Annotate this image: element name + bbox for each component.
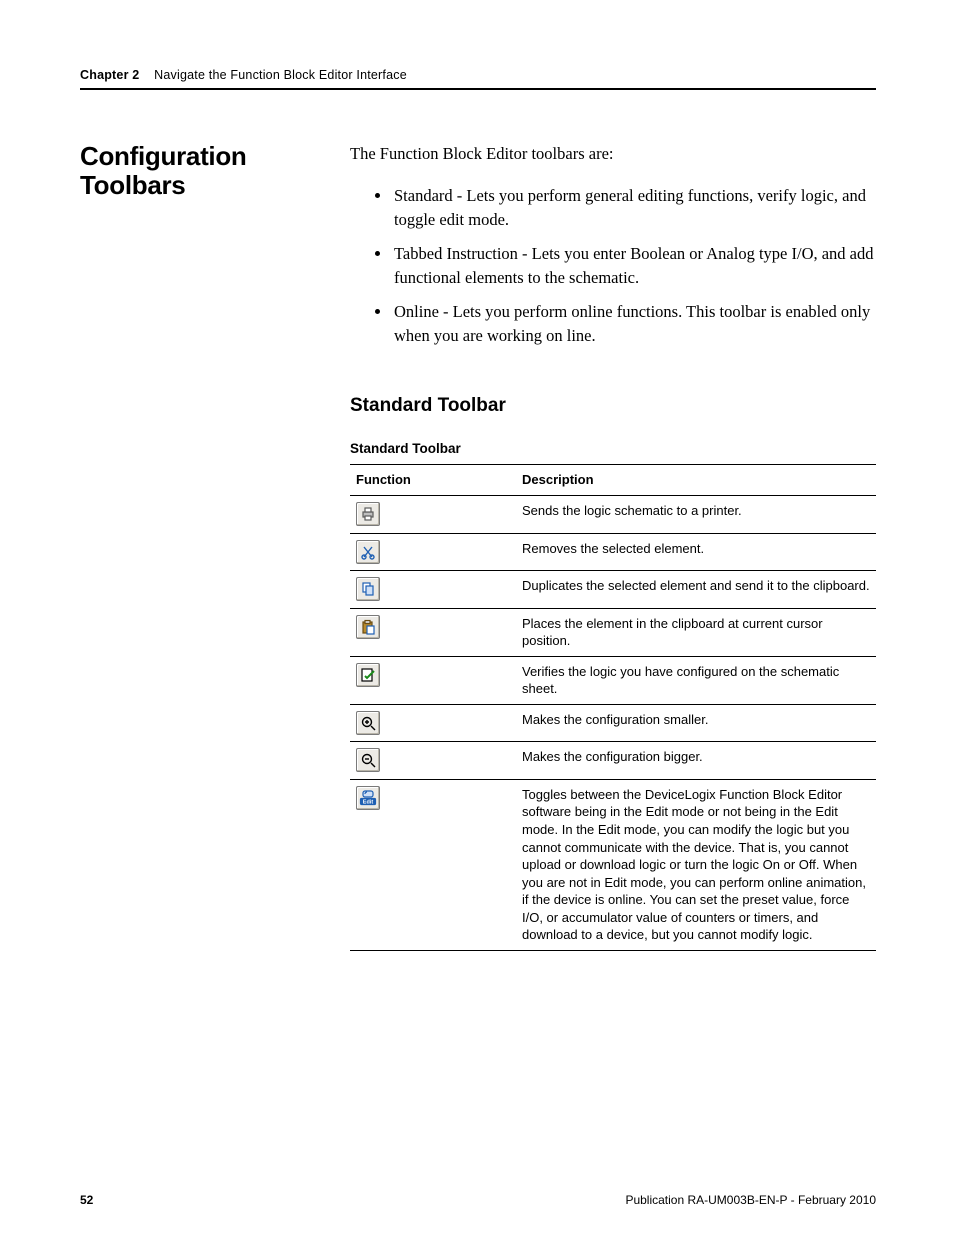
cell-desc: Toggles between the DeviceLogix Function…: [516, 779, 876, 950]
cell-desc: Sends the logic schematic to a printer.: [516, 496, 876, 534]
cell-desc: Removes the selected element.: [516, 533, 876, 571]
table-row: Makes the configuration bigger.: [350, 742, 876, 780]
verify-icon: [356, 663, 380, 687]
table-row: Edit Toggles between the DeviceLogix Fun…: [350, 779, 876, 950]
svg-text:Edit: Edit: [363, 799, 374, 805]
intro-text: The Function Block Editor toolbars are:: [350, 142, 876, 166]
publication-line: Publication RA-UM003B-EN-P - February 20…: [625, 1193, 876, 1207]
section-heading: Configuration Toolbars: [80, 142, 350, 199]
print-icon: [356, 502, 380, 526]
chapter-label: Chapter 2: [80, 68, 139, 82]
th-description: Description: [516, 465, 876, 496]
header-rule: [80, 88, 876, 90]
cell-desc: Makes the configuration bigger.: [516, 742, 876, 780]
cell-desc: Makes the configuration smaller.: [516, 704, 876, 742]
table-row: Removes the selected element.: [350, 533, 876, 571]
paste-icon: [356, 615, 380, 639]
table-row: Sends the logic schematic to a printer.: [350, 496, 876, 534]
page-number: 52: [80, 1193, 93, 1207]
chapter-title: Navigate the Function Block Editor Inter…: [154, 68, 407, 82]
edit-toggle-icon: Edit: [356, 786, 380, 810]
running-head: Chapter 2 Navigate the Function Block Ed…: [80, 68, 876, 88]
bullet-item: Online - Lets you perform online functio…: [392, 300, 876, 348]
cell-desc: Places the element in the clipboard at c…: [516, 608, 876, 656]
toolbar-bullets: Standard - Lets you perform general edit…: [350, 184, 876, 348]
cell-desc: Duplicates the selected element and send…: [516, 571, 876, 609]
cell-desc: Verifies the logic you have configured o…: [516, 656, 876, 704]
bullet-item: Standard - Lets you perform general edit…: [392, 184, 876, 232]
copy-icon: [356, 577, 380, 601]
table-row: Verifies the logic you have configured o…: [350, 656, 876, 704]
zoom-in-icon: [356, 711, 380, 735]
table-caption: Standard Toolbar: [350, 441, 876, 456]
bullet-item: Tabbed Instruction - Lets you enter Bool…: [392, 242, 876, 290]
zoom-out-icon: [356, 748, 380, 772]
table-row: Duplicates the selected element and send…: [350, 571, 876, 609]
subsection-heading: Standard Toolbar: [350, 395, 876, 417]
th-function: Function: [350, 465, 516, 496]
table-row: Makes the configuration smaller.: [350, 704, 876, 742]
cut-icon: [356, 540, 380, 564]
table-row: Places the element in the clipboard at c…: [350, 608, 876, 656]
standard-toolbar-table: Function Description Sends the logic sch…: [350, 464, 876, 950]
